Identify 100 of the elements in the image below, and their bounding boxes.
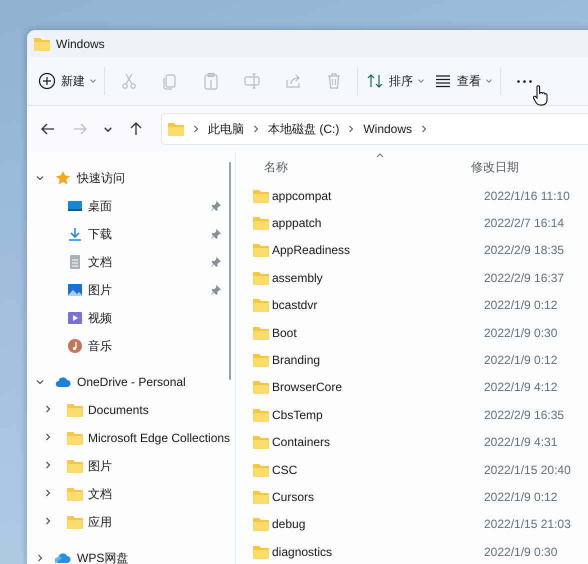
scrollbar[interactable] <box>229 162 231 380</box>
column-header[interactable]: 修改日期 <box>471 158 519 176</box>
chevron-right-icon <box>252 125 260 133</box>
clipboard-icon <box>202 72 220 90</box>
date-cell: 2022/1/15 20:40 <box>484 462 571 477</box>
folder-icon <box>67 487 83 501</box>
forward-arrow-icon <box>72 121 88 137</box>
folder-icon <box>253 188 269 203</box>
file-name[interactable]: assembly <box>272 270 323 285</box>
folder-icon <box>253 298 269 312</box>
date-cell: 2022/2/9 16:37 <box>484 270 564 285</box>
file-name[interactable]: Containers <box>272 435 330 450</box>
file-name[interactable]: diagnostics <box>272 544 332 559</box>
chevron-right-icon[interactable] <box>43 432 53 442</box>
date-cell: 2022/2/9 16:35 <box>484 408 564 422</box>
document-icon <box>67 254 83 270</box>
sidebar-item[interactable]: 音乐 <box>27 332 235 360</box>
chevron-right-icon[interactable] <box>43 488 53 498</box>
folder-icon <box>67 515 83 529</box>
sidebar-item[interactable]: 图片 <box>27 276 235 304</box>
view-button[interactable]: 查看 <box>429 65 497 97</box>
file-name[interactable]: bcastdvr <box>272 298 318 312</box>
sidebar-item[interactable]: 文档 <box>27 480 235 508</box>
address-bar[interactable]: 此电脑 本地磁盘 (C:) Windows <box>161 113 588 145</box>
chevron-down-icon <box>104 126 112 132</box>
date-cell: 2022/1/9 0:12 <box>484 298 558 312</box>
file-name[interactable]: appcompat <box>272 188 332 203</box>
file-name[interactable]: debug <box>272 517 306 532</box>
chevron-right-icon[interactable] <box>35 553 45 563</box>
date-cell: 2022/1/9 4:31 <box>484 435 558 450</box>
folder-icon <box>253 462 269 477</box>
sidebar-item[interactable]: 视频 <box>27 304 235 332</box>
sidebar-item[interactable]: Microsoft Edge Collections <box>27 424 235 452</box>
folder-icon <box>67 431 83 445</box>
share-icon <box>284 72 302 90</box>
sort-button[interactable]: 排序 <box>361 65 429 97</box>
sidebar-item[interactable]: OneDrive - Personal <box>27 368 235 396</box>
chevron-right-icon <box>192 125 200 133</box>
file-name[interactable]: Branding <box>272 353 320 368</box>
date-cell: 2022/1/16 11:10 <box>484 188 570 203</box>
sort-arrows-icon <box>366 72 384 90</box>
breadcrumb-item[interactable]: Windows <box>363 122 412 136</box>
more-icon <box>517 80 532 82</box>
file-name[interactable]: AppReadiness <box>272 243 350 258</box>
date-cell: 2022/1/9 4:12 <box>484 380 558 394</box>
folder-icon <box>168 122 184 136</box>
breadcrumb-item[interactable]: 本地磁盘 (C:) <box>268 120 340 138</box>
sidebar-item[interactable]: 下载 <box>27 220 235 248</box>
folder-icon <box>253 490 269 504</box>
folder-icon <box>253 435 269 450</box>
folder-icon <box>34 36 50 50</box>
file-name[interactable]: BrowserCore <box>272 380 342 394</box>
up-arrow-icon <box>128 121 144 137</box>
video-icon <box>67 310 83 326</box>
pin-icon <box>211 285 221 295</box>
music-icon <box>67 338 83 354</box>
folder-icon <box>253 243 269 258</box>
file-name[interactable]: CbsTemp <box>272 408 323 422</box>
chevron-right-icon <box>420 125 428 133</box>
folder-icon <box>253 326 269 340</box>
file-name[interactable]: Cursors <box>272 490 314 504</box>
date-cell: 2022/1/9 0:30 <box>484 326 558 340</box>
star-icon <box>55 170 71 186</box>
sidebar-item[interactable]: Documents <box>27 396 235 424</box>
sidebar-item[interactable]: 文档 <box>27 248 235 276</box>
new-button[interactable]: 新建 <box>33 65 101 97</box>
date-cell: 2022/1/9 0:12 <box>484 490 558 504</box>
chevron-right-icon[interactable] <box>43 516 53 526</box>
column-header[interactable]: 名称 <box>252 158 471 176</box>
scissors-icon <box>120 72 138 90</box>
sidebar-item[interactable]: 图片 <box>27 452 235 480</box>
folder-icon <box>253 270 269 285</box>
breadcrumb-item[interactable]: 此电脑 <box>208 120 244 138</box>
plus-circle-icon <box>38 72 56 90</box>
date-cell: 2022/1/9 0:30 <box>484 544 558 559</box>
file-name[interactable]: CSC <box>272 462 298 477</box>
file-name[interactable]: Boot <box>272 326 297 340</box>
chevron-down-icon[interactable] <box>35 377 45 387</box>
chevron-right-icon <box>347 125 356 133</box>
sidebar-item[interactable]: 快速访问 <box>27 164 235 192</box>
chevron-right-icon[interactable] <box>43 404 53 414</box>
pin-icon <box>211 257 221 267</box>
back-arrow-icon <box>40 121 56 137</box>
sidebar-item[interactable]: 桌面 <box>27 192 235 220</box>
download-icon <box>67 226 83 242</box>
folder-icon <box>253 380 269 394</box>
chevron-down-icon[interactable] <box>35 173 45 183</box>
desktop-icon <box>67 198 83 214</box>
chevron-right-icon[interactable] <box>43 460 53 470</box>
sidebar-item[interactable]: WPS网盘 <box>27 544 235 564</box>
date-cell: 2022/2/7 16:14 <box>484 216 564 230</box>
pin-icon <box>211 201 221 211</box>
date-cell: 2022/2/9 18:35 <box>484 243 564 258</box>
date-cell: 2022/1/9 0:12 <box>484 353 558 368</box>
file-name[interactable]: apppatch <box>272 216 322 230</box>
pin-icon <box>211 229 221 239</box>
sidebar-item[interactable]: 应用 <box>27 508 235 536</box>
folder-icon <box>253 408 269 422</box>
picture-icon <box>67 282 83 298</box>
rename-icon <box>242 72 260 90</box>
